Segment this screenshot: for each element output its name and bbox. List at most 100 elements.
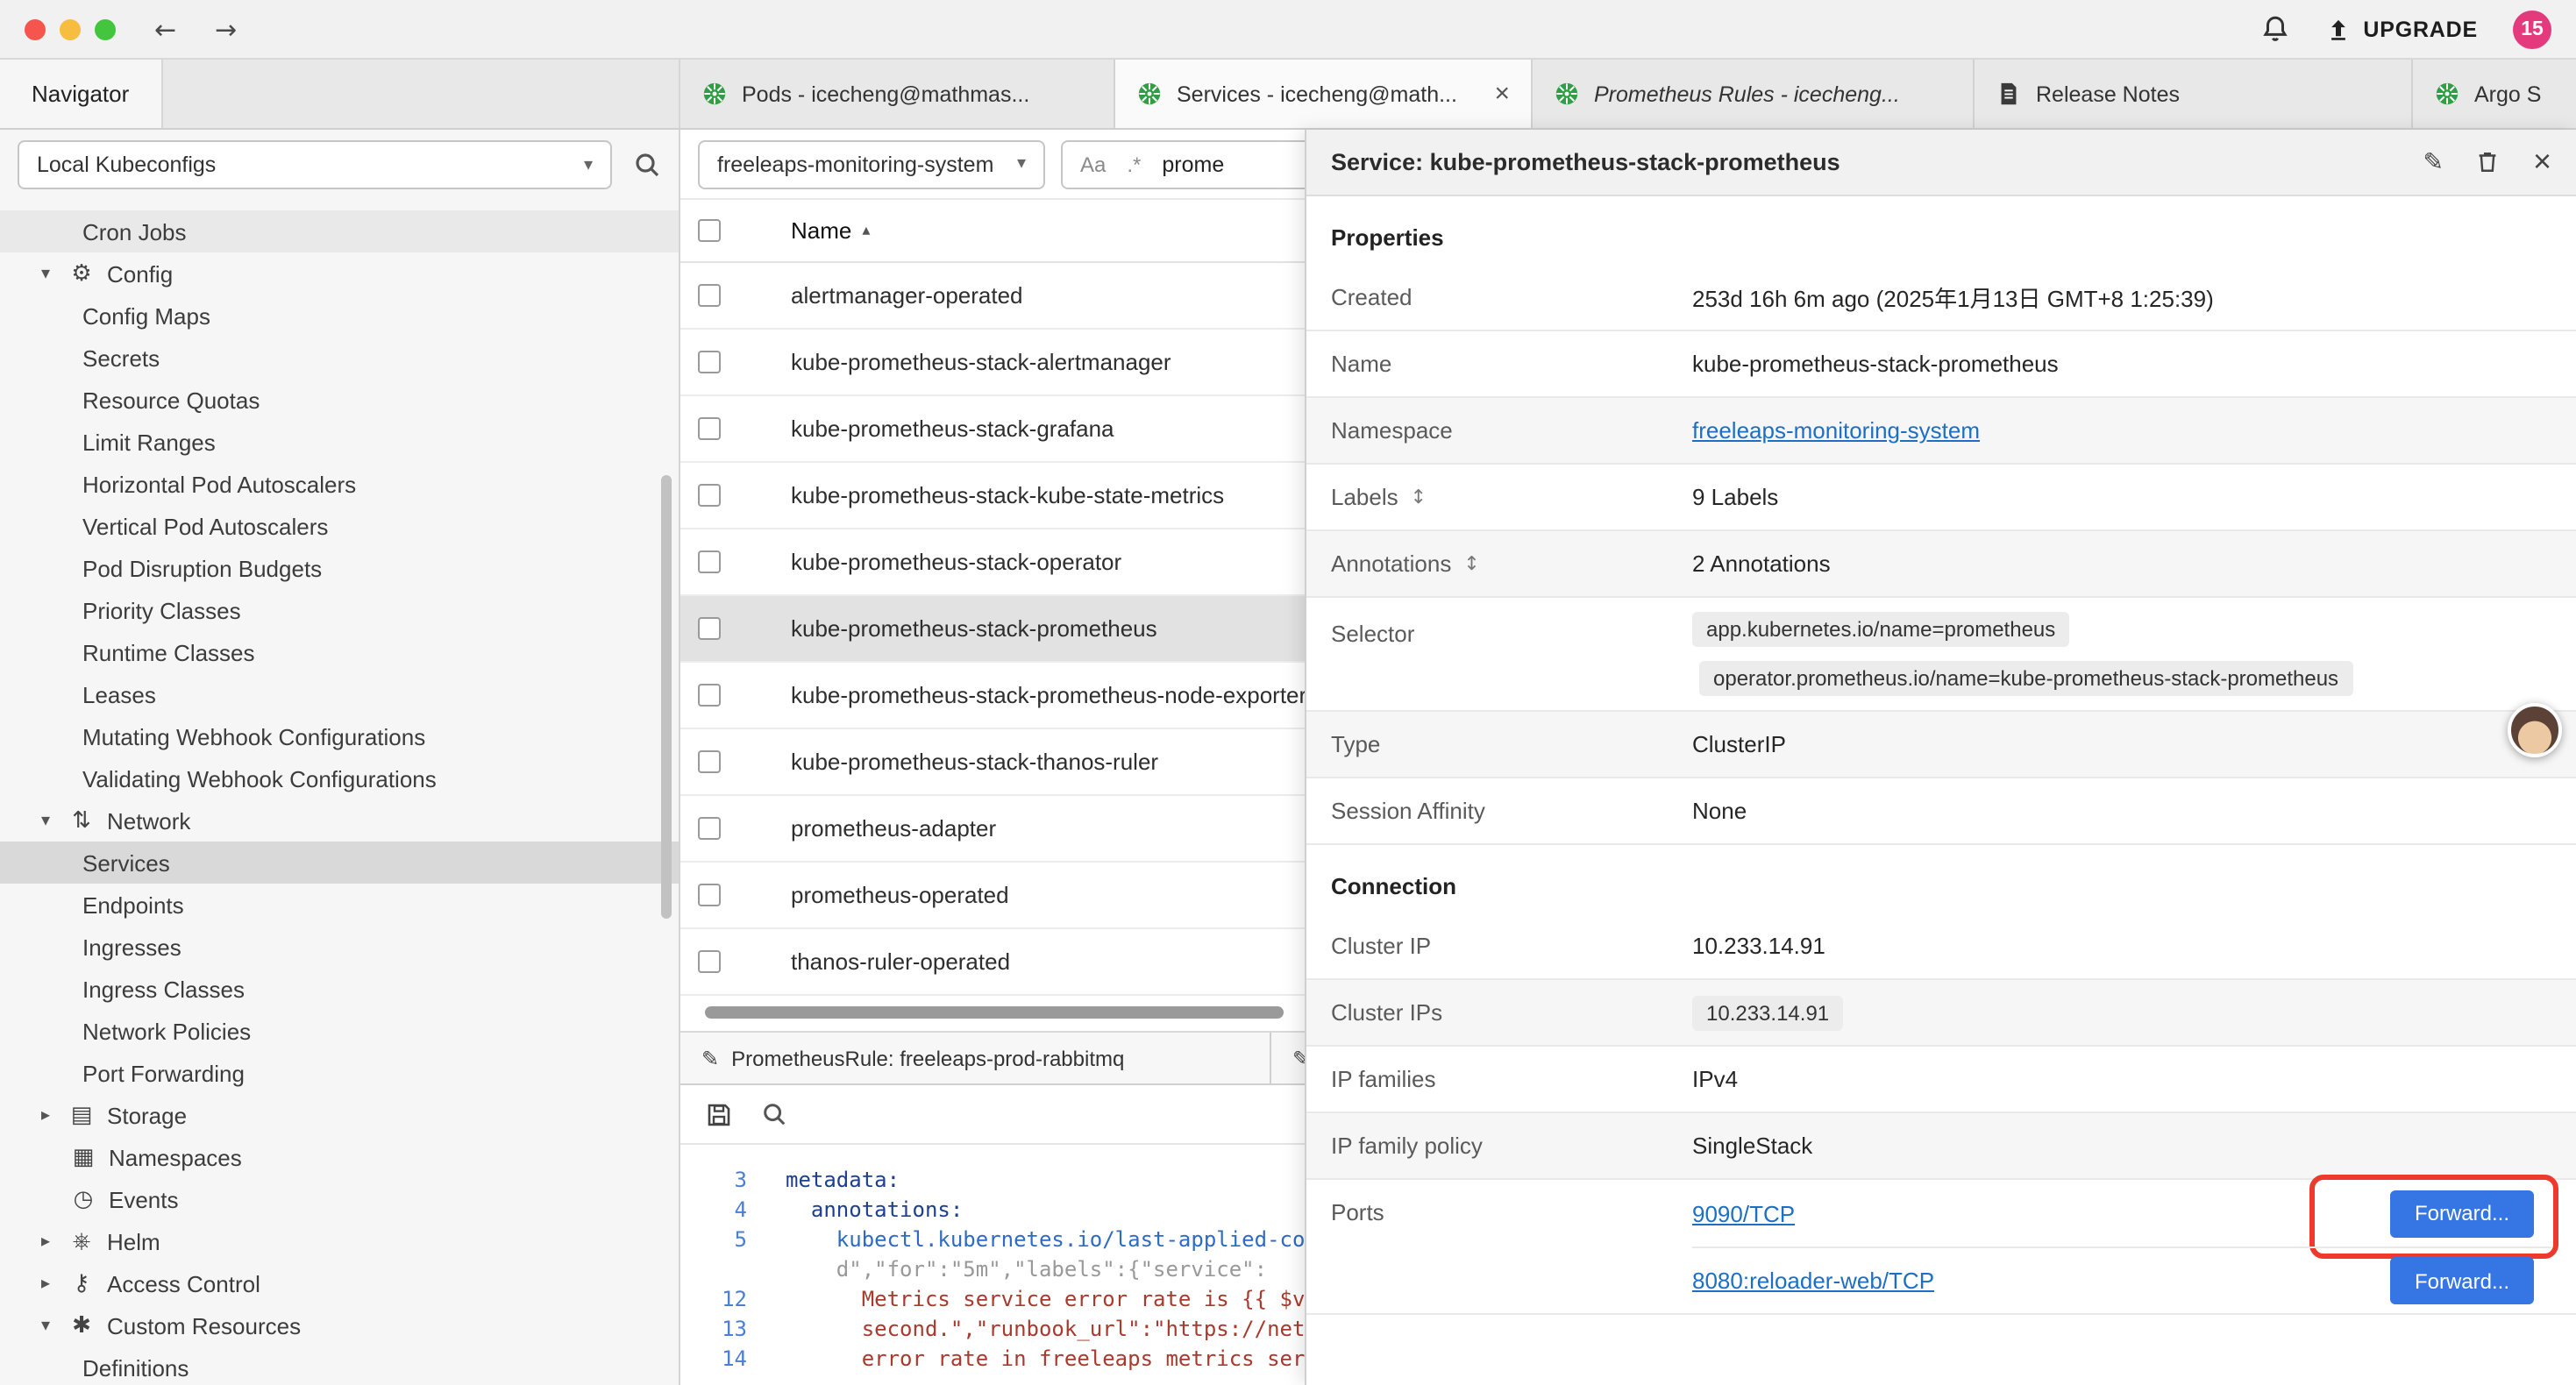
forward-button[interactable]: → (215, 13, 237, 45)
dock-tab[interactable]: ✎ PrometheusRule: freeleaps-prod-rabbitm… (680, 1033, 1271, 1083)
row-checkbox[interactable] (698, 684, 721, 707)
avatar[interactable] (2508, 703, 2562, 757)
sidebar-item[interactable]: ▦ Namespaces (0, 1136, 679, 1178)
sidebar-item[interactable]: ◷ Events (0, 1178, 679, 1220)
tree-chevron-icon[interactable]: ▸ (35, 1232, 56, 1251)
forward-button[interactable]: Forward... (2390, 1257, 2534, 1304)
detail-row-name: Name kube-prometheus-stack-prometheus (1306, 331, 2576, 398)
port-entry: 9090/TCP Forward... (1692, 1180, 2551, 1246)
row-checkbox[interactable] (698, 750, 721, 773)
sidebar-item[interactable]: Cron Jobs (0, 210, 679, 252)
tree-chevron-icon[interactable]: ▾ (35, 264, 56, 283)
window-minimize-button[interactable] (60, 18, 81, 39)
cluster-tab[interactable]: Prometheus Rules - icecheng... (1533, 60, 1975, 128)
sidebar-item[interactable]: Limit Ranges (0, 421, 679, 463)
sidebar-item[interactable]: ▾ ⇅ Network (0, 799, 679, 842)
sidebar-item[interactable]: ▸ ▤ Storage (0, 1094, 679, 1136)
column-header-name[interactable]: Name ▴ (791, 217, 870, 244)
tab-bar: Navigator Pods - icecheng@mathmas... (0, 60, 2576, 130)
delete-button[interactable] (2475, 149, 2501, 175)
notifications-bell-icon[interactable] (2259, 14, 2289, 44)
row-checkbox[interactable] (698, 351, 721, 373)
edit-button[interactable]: ✎ (2423, 148, 2444, 176)
sidebar-item-label: Mutating Webhook Configurations (82, 723, 425, 749)
editor-search-button[interactable] (761, 1101, 787, 1127)
match-case-toggle[interactable]: Aa (1080, 152, 1106, 176)
sidebar-item[interactable]: Definitions (0, 1346, 679, 1385)
sidebar-item[interactable]: Mutating Webhook Configurations (0, 715, 679, 757)
row-checkbox[interactable] (698, 817, 721, 840)
row-checkbox[interactable] (698, 417, 721, 440)
namespace-select[interactable]: freeleaps-monitoring-system ▾ (698, 139, 1045, 188)
sidebar-scrollbar[interactable] (661, 475, 672, 919)
sidebar-item[interactable]: Horizontal Pod Autoscalers (0, 463, 679, 505)
back-button[interactable]: ← (154, 13, 176, 45)
port-link[interactable]: 8080:reloader-web/TCP (1692, 1268, 1934, 1294)
detail-label: Namespace (1331, 417, 1692, 444)
sidebar-item[interactable]: Secrets (0, 337, 679, 379)
sidebar-item[interactable]: Leases (0, 673, 679, 715)
namespace-link[interactable]: freeleaps-monitoring-system (1692, 417, 1980, 444)
selector-badge: operator.prometheus.io/name=kube-prometh… (1699, 661, 2352, 696)
regex-toggle[interactable]: .* (1127, 152, 1141, 176)
traffic-lights (25, 18, 116, 39)
close-button[interactable]: × (2533, 144, 2551, 181)
cluster-tab[interactable]: Pods - icecheng@mathmas... (680, 60, 1115, 128)
row-checkbox[interactable] (698, 484, 721, 507)
sidebar-item[interactable]: ▸ ⎈ Helm (0, 1220, 679, 1262)
sidebar-item[interactable]: Validating Webhook Configurations (0, 757, 679, 799)
sidebar-item[interactable]: ▸ ⚷ Access Control (0, 1262, 679, 1304)
cluster-tab[interactable]: Services - icecheng@math... × (1115, 60, 1533, 128)
detail-row-annotations[interactable]: Annotations ↕ 2 Annotations (1306, 531, 2576, 598)
sidebar-item[interactable]: Vertical Pod Autoscalers (0, 505, 679, 547)
sidebar-item[interactable]: Priority Classes (0, 589, 679, 631)
sidebar-item[interactable]: Endpoints (0, 884, 679, 926)
sidebar-item[interactable]: Network Policies (0, 1010, 679, 1052)
sidebar-item[interactable]: Ingresses (0, 926, 679, 968)
notification-badge[interactable]: 15 (2513, 10, 2551, 48)
row-checkbox[interactable] (698, 884, 721, 906)
sidebar-item[interactable]: Port Forwarding (0, 1052, 679, 1094)
row-checkbox[interactable] (698, 950, 721, 973)
tab-close-icon[interactable]: × (1494, 81, 1510, 107)
detail-value: None (1692, 798, 1747, 824)
window-close-button[interactable] (25, 18, 46, 39)
detail-label: Type (1331, 731, 1692, 757)
horizontal-scrollbar-thumb[interactable] (705, 1006, 1284, 1019)
navigator-tab[interactable]: Navigator (0, 60, 162, 128)
row-checkbox[interactable] (698, 617, 721, 640)
tree-chevron-icon[interactable]: ▸ (35, 1105, 56, 1125)
window-zoom-button[interactable] (95, 18, 116, 39)
tree-chevron-icon[interactable]: ▾ (35, 811, 56, 830)
row-checkbox[interactable] (698, 550, 721, 573)
sidebar-item[interactable]: Ingress Classes (0, 968, 679, 1010)
sidebar-item[interactable]: Services (0, 842, 679, 884)
upgrade-label: UPGRADE (2363, 17, 2478, 41)
tree-chevron-icon[interactable]: ▾ (35, 1316, 56, 1335)
detail-value: ClusterIP (1692, 731, 1786, 757)
detail-row-labels[interactable]: Labels ↕ 9 Labels (1306, 465, 2576, 531)
select-all-checkbox[interactable] (698, 219, 721, 242)
sidebar-item[interactable]: Resource Quotas (0, 379, 679, 421)
detail-row-type: Type ClusterIP (1306, 712, 2576, 778)
expand-icon[interactable]: ↕ (1463, 552, 1479, 575)
save-button[interactable] (705, 1100, 733, 1128)
cluster-tab[interactable]: Release Notes (1975, 60, 2413, 128)
sidebar-item[interactable]: Runtime Classes (0, 631, 679, 673)
expand-icon[interactable]: ↕ (1411, 486, 1427, 508)
forward-button[interactable]: Forward... (2390, 1190, 2534, 1237)
code-text: error rate in freeleaps metrics ser (786, 1345, 1305, 1374)
port-link[interactable]: 9090/TCP (1692, 1200, 1795, 1226)
sidebar-item[interactable]: ▾ ✱ Custom Resources (0, 1304, 679, 1346)
upgrade-button[interactable]: UPGRADE (2324, 16, 2478, 42)
sidebar-item[interactable]: Pod Disruption Budgets (0, 547, 679, 589)
sidebar-item[interactable]: Config Maps (0, 295, 679, 337)
sidebar-item[interactable]: ▾ ⚙ Config (0, 252, 679, 295)
kubeconfig-select[interactable]: Local Kubeconfigs ▾ (18, 140, 612, 189)
sidebar-search-button[interactable] (633, 151, 661, 179)
detail-row-cluster-ips: Cluster IPs 10.233.14.91 (1306, 980, 2576, 1047)
tree-chevron-icon[interactable]: ▸ (35, 1274, 56, 1293)
row-checkbox[interactable] (698, 284, 721, 307)
cluster-tab[interactable]: Argo S (2413, 60, 2576, 128)
navigator-tree: Cron Jobs ▾ ⚙ Config Config Maps (0, 200, 679, 1385)
